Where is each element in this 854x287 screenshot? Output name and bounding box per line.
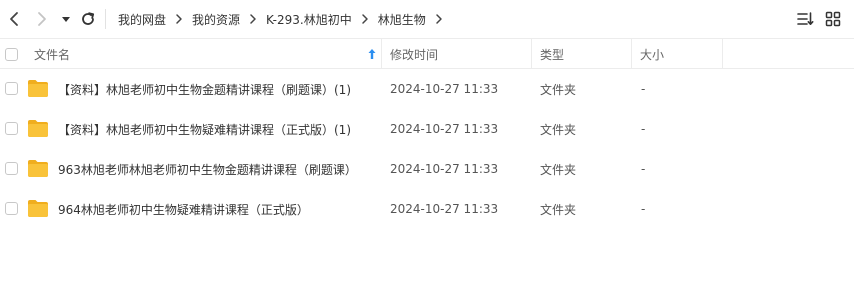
folder-icon [28, 160, 48, 177]
breadcrumb-item-my-resources[interactable]: 我的资源 [192, 11, 240, 28]
file-type: 文件夹 [540, 162, 577, 177]
breadcrumb-item-k293[interactable]: K-293.林旭初中 [266, 11, 352, 28]
file-name[interactable]: 964林旭老师初中生物疑难精讲课程（正式版） [58, 189, 309, 229]
file-size: - [641, 162, 646, 176]
table-row[interactable]: 【资料】林旭老师初中生物疑难精讲课程（正式版）(1) 2024-10-27 11… [0, 109, 854, 149]
modified-time: 2024-10-27 11:33 [390, 122, 499, 136]
column-header-type[interactable]: 类型 [540, 39, 564, 69]
file-size: - [641, 122, 646, 136]
modified-time: 2024-10-27 11:33 [390, 202, 499, 216]
column-header-size[interactable]: 大小 [640, 39, 664, 69]
row-checkbox[interactable] [5, 162, 18, 175]
folder-icon [28, 200, 48, 217]
file-type: 文件夹 [540, 122, 577, 137]
row-checkbox[interactable] [5, 202, 18, 215]
forward-arrow-icon[interactable] [32, 8, 52, 30]
folder-icon [28, 120, 48, 137]
modified-time: 2024-10-27 11:33 [390, 82, 499, 96]
dropdown-caret-icon[interactable] [58, 8, 74, 30]
file-size: - [641, 82, 646, 96]
chevron-right-icon[interactable] [435, 13, 443, 25]
refresh-icon[interactable] [78, 8, 98, 30]
row-checkbox[interactable] [5, 122, 18, 135]
column-header-name[interactable]: 文件名 [34, 39, 70, 69]
table-row[interactable]: 【资料】林旭老师初中生物金题精讲课程（刷题课）(1) 2024-10-27 11… [0, 69, 854, 109]
column-divider[interactable] [381, 39, 382, 69]
file-list-header: 文件名 修改时间 类型 大小 [0, 38, 854, 69]
breadcrumb-item-current[interactable]: 林旭生物 [378, 11, 426, 28]
column-divider[interactable] [531, 39, 532, 69]
file-name[interactable]: 【资料】林旭老师初中生物疑难精讲课程（正式版）(1) [58, 109, 351, 149]
chevron-right-icon [175, 13, 183, 25]
select-all-checkbox[interactable] [5, 48, 18, 61]
file-name[interactable]: 【资料】林旭老师初中生物金题精讲课程（刷题课）(1) [58, 69, 351, 109]
file-type: 文件夹 [540, 202, 577, 217]
file-size: - [641, 202, 646, 216]
column-header-modified[interactable]: 修改时间 [390, 39, 438, 69]
file-name[interactable]: 963林旭老师林旭老师初中生物金题精讲课程（刷题课） [58, 149, 357, 189]
column-divider[interactable] [631, 39, 632, 69]
modified-time: 2024-10-27 11:33 [390, 162, 499, 176]
grid-view-icon[interactable] [825, 10, 841, 28]
chevron-right-icon [361, 13, 369, 25]
breadcrumb: 我的网盘 我的资源 K-293.林旭初中 林旭生物 [118, 0, 452, 38]
sort-list-icon[interactable] [796, 10, 814, 28]
row-checkbox[interactable] [5, 82, 18, 95]
sort-ascending-icon[interactable] [367, 48, 377, 60]
chevron-right-icon [249, 13, 257, 25]
table-row[interactable]: 963林旭老师林旭老师初中生物金题精讲课程（刷题课） 2024-10-27 11… [0, 149, 854, 189]
navigation-bar: 我的网盘 我的资源 K-293.林旭初中 林旭生物 [0, 0, 854, 38]
file-type: 文件夹 [540, 82, 577, 97]
folder-icon [28, 80, 48, 97]
table-row[interactable]: 964林旭老师初中生物疑难精讲课程（正式版） 2024-10-27 11:33 … [0, 189, 854, 229]
back-arrow-icon[interactable] [4, 8, 24, 30]
column-divider[interactable] [722, 39, 723, 69]
toolbar-divider [105, 9, 106, 29]
breadcrumb-item-my-drive[interactable]: 我的网盘 [118, 11, 166, 28]
